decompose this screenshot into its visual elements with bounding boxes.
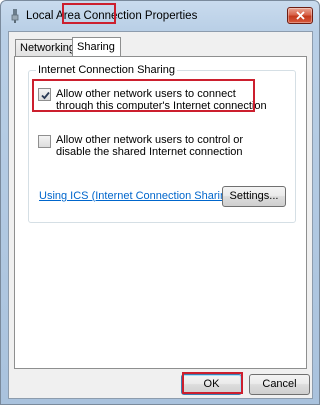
- group-label: Internet Connection Sharing: [36, 64, 177, 76]
- close-button[interactable]: [287, 7, 313, 24]
- allow-control-label[interactable]: Allow other network users to control or …: [56, 134, 271, 158]
- checkmark-icon: [41, 91, 50, 100]
- allow-connect-label[interactable]: Allow other network users to connect thr…: [56, 88, 271, 112]
- internet-connection-sharing-group: Internet Connection Sharing Allow other …: [28, 64, 296, 223]
- allow-control-checkbox[interactable]: [38, 135, 51, 148]
- tab-sharing[interactable]: Sharing: [72, 37, 121, 57]
- ok-button[interactable]: OK: [181, 374, 242, 395]
- properties-dialog: Local Area Connection Properties Network…: [0, 0, 320, 405]
- network-adapter-icon: [11, 9, 19, 23]
- allow-connect-checkbox[interactable]: [38, 88, 51, 101]
- title-bar[interactable]: Local Area Connection Properties: [1, 1, 319, 31]
- close-icon: [296, 11, 305, 20]
- ics-help-link[interactable]: Using ICS (Internet Connection Sharing): [39, 190, 236, 202]
- settings-button[interactable]: Settings...: [222, 186, 286, 207]
- tab-networking[interactable]: Networking: [15, 39, 75, 57]
- sharing-tab-panel: Internet Connection Sharing Allow other …: [14, 56, 307, 369]
- dialog-client-area: Networking Sharing Internet Connection S…: [8, 31, 313, 399]
- cancel-button[interactable]: Cancel: [249, 374, 310, 395]
- window-title: Local Area Connection Properties: [26, 10, 198, 22]
